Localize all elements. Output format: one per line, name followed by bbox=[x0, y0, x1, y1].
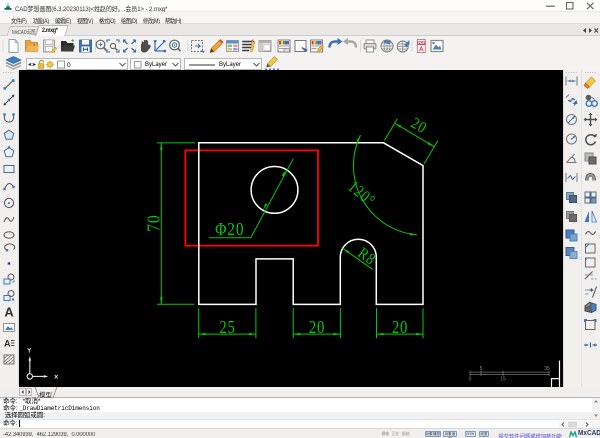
svg-text:35: 35 bbox=[544, 366, 550, 372]
svg-text:A: A bbox=[4, 305, 14, 320]
svg-text:PDF: PDF bbox=[418, 41, 426, 45]
svg-text:0: 0 bbox=[469, 377, 472, 383]
svg-text:20: 20 bbox=[309, 319, 325, 337]
svg-text:A: A bbox=[4, 339, 11, 349]
svg-text:20: 20 bbox=[408, 115, 430, 138]
svg-text:R8: R8 bbox=[354, 245, 378, 269]
svg-text:70: 70 bbox=[144, 214, 164, 232]
svg-text:20: 20 bbox=[392, 319, 408, 337]
svg-text:120°: 120° bbox=[344, 177, 379, 211]
svg-text:Φ20: Φ20 bbox=[215, 219, 244, 239]
svg-text:5: 5 bbox=[480, 366, 483, 372]
svg-text:25: 25 bbox=[219, 319, 235, 337]
svg-text:15: 15 bbox=[500, 377, 506, 383]
